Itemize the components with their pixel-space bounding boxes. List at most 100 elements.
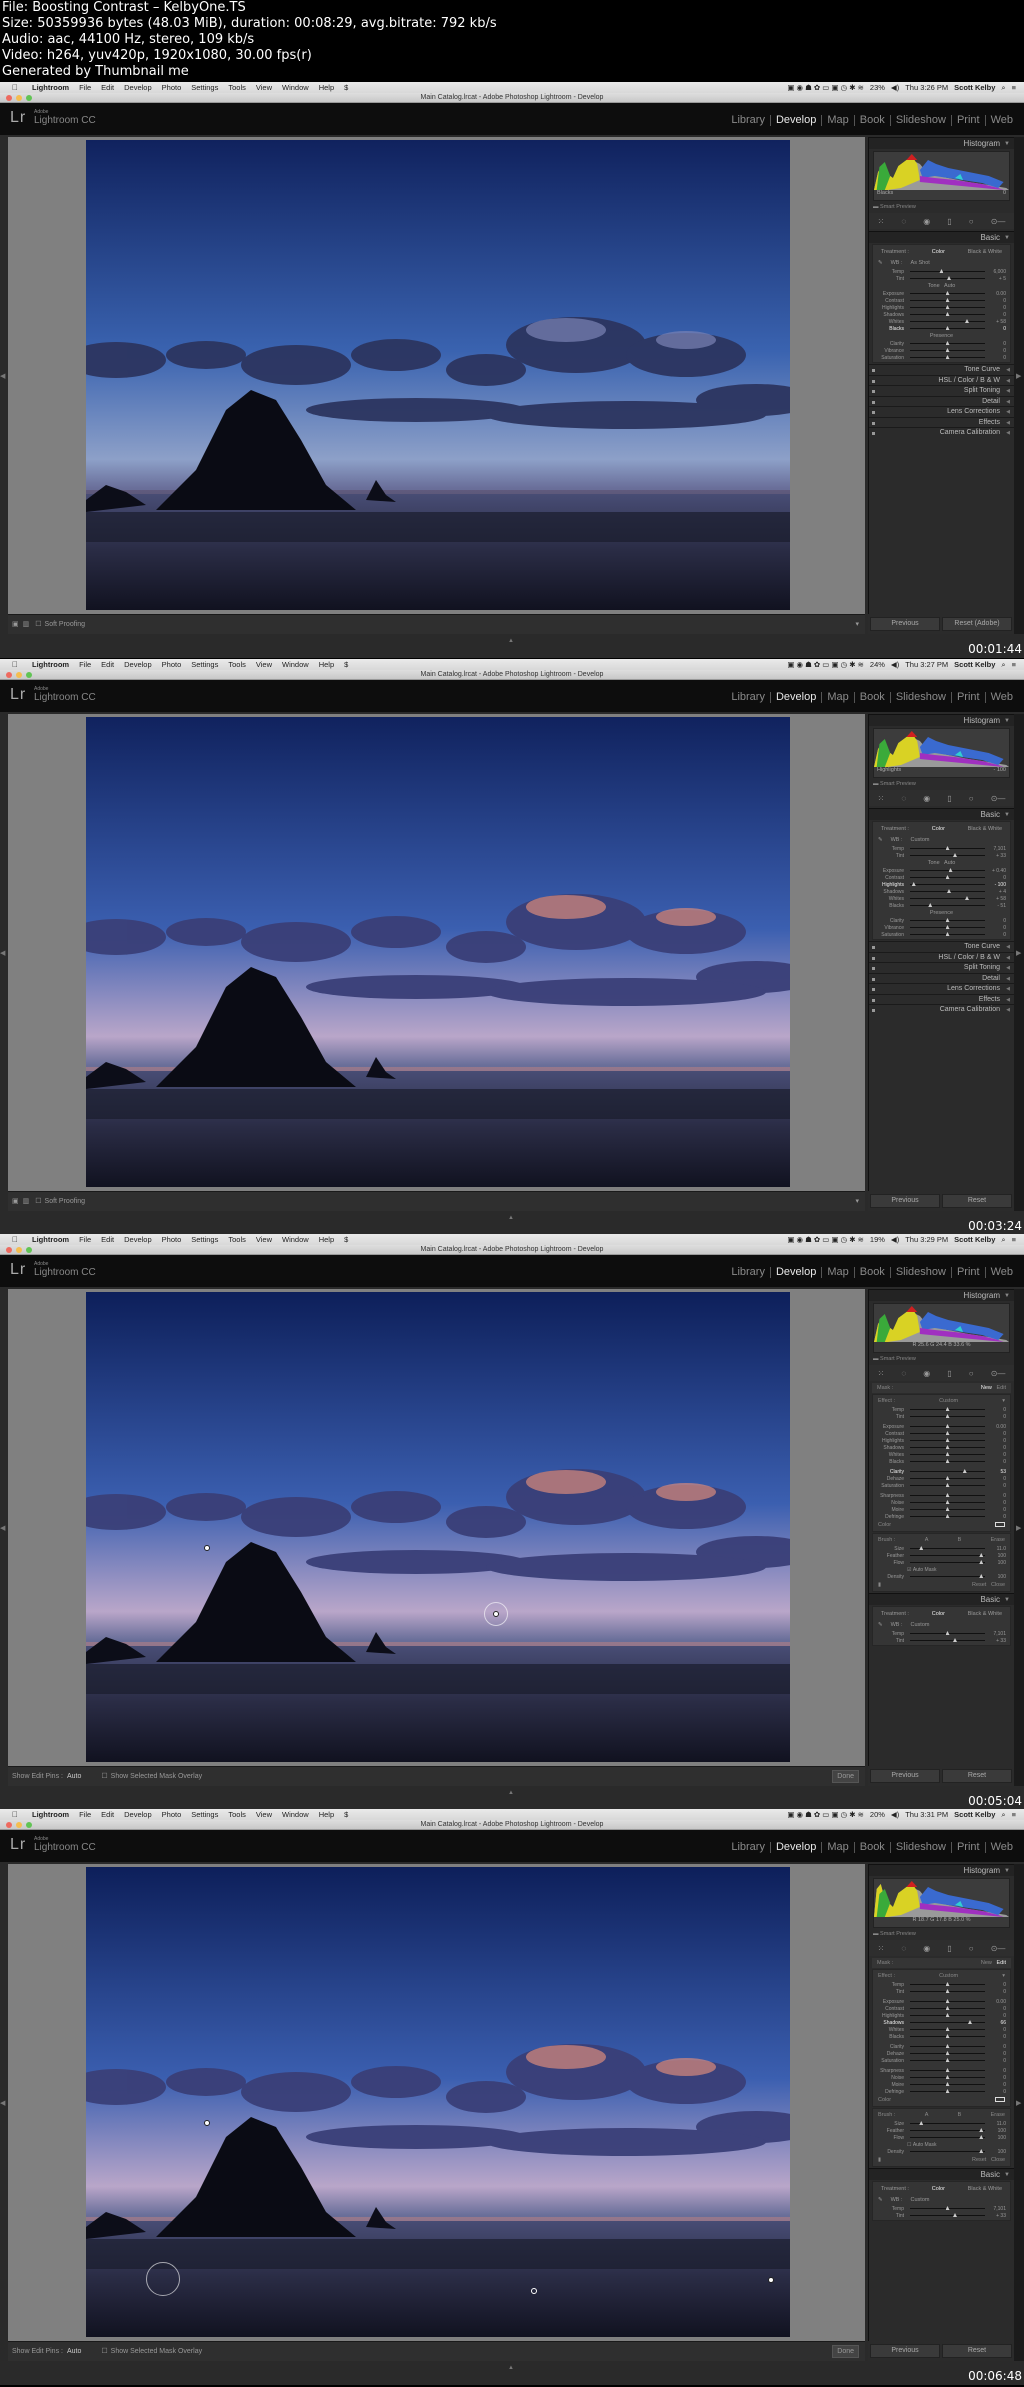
slider-value[interactable]: 0	[988, 326, 1006, 332]
slider-knob[interactable]	[939, 269, 944, 273]
slider-track[interactable]	[910, 1476, 985, 1480]
battery-percent[interactable]: 19%	[870, 1234, 885, 1245]
slider-knob[interactable]	[953, 1638, 957, 1642]
treatment-color[interactable]: Color	[932, 2186, 945, 2192]
slider-track[interactable]	[910, 2075, 985, 2079]
slider-value[interactable]: 0	[988, 2082, 1006, 2088]
radial-filter-icon[interactable]: ○	[969, 217, 974, 226]
slider-shadows[interactable]: Shadows + 4	[873, 888, 1010, 895]
module-map[interactable]: Map	[822, 1267, 855, 1278]
slider-knob[interactable]	[945, 1459, 950, 1463]
slider-value[interactable]: 0	[988, 2013, 1006, 2019]
crop-tool-icon[interactable]: ⁙	[878, 1369, 885, 1378]
menu-item[interactable]: Window	[282, 1234, 309, 1245]
slider-track[interactable]	[910, 348, 985, 352]
slider-track[interactable]	[910, 326, 985, 330]
slider-track[interactable]	[910, 2149, 985, 2153]
slider-track[interactable]	[910, 298, 985, 302]
slider-clarity[interactable]: Clarity 0	[873, 917, 1010, 924]
slider-value[interactable]: 0	[988, 2044, 1006, 2050]
slider-value[interactable]: 0	[988, 312, 1006, 318]
slider-temp[interactable]: Temp 7,101	[873, 1630, 1010, 1637]
effect-collapse-icon[interactable]: ▾	[1002, 1973, 1005, 1979]
slider-track[interactable]	[910, 2128, 985, 2132]
spotlight-icon[interactable]: ⌕	[1001, 82, 1005, 93]
slider-value[interactable]: 0	[988, 1493, 1006, 1499]
wb-select[interactable]: Custom	[911, 1622, 930, 1628]
slider-knob[interactable]	[945, 846, 950, 850]
slider-knob[interactable]	[945, 925, 950, 929]
mask-new-button[interactable]: New	[981, 1385, 992, 1391]
collapse-icon[interactable]: ▼	[1004, 1865, 1010, 1877]
crop-tool-icon[interactable]: ⁙	[878, 1944, 885, 1953]
slider-track[interactable]	[910, 355, 985, 359]
edit-pins-select[interactable]: Auto	[67, 2342, 81, 2362]
basic-header[interactable]: Basic ▼	[869, 231, 1014, 243]
slider-track[interactable]	[910, 2068, 985, 2072]
panel-lens[interactable]: Lens Corrections ◀	[869, 983, 1014, 994]
slider-saturation[interactable]: Saturation 0	[873, 931, 1010, 938]
slider-knob[interactable]	[945, 341, 950, 345]
slider-track[interactable]	[910, 1500, 985, 1504]
apple-icon[interactable]: 	[8, 1809, 22, 1820]
histogram-header[interactable]: Histogram ▼	[869, 1289, 1014, 1301]
slider-vibrance[interactable]: Vibrance 0	[873, 924, 1010, 931]
slider-track[interactable]	[910, 305, 985, 309]
slider-knob[interactable]	[945, 2058, 950, 2062]
slider-defringe[interactable]: Defringe 0	[873, 2088, 1010, 2095]
auto-tone-button[interactable]: Auto	[944, 283, 955, 289]
brush-a-button[interactable]: A	[925, 1537, 929, 1543]
slider-value[interactable]: 0	[988, 2089, 1006, 2095]
slider-knob[interactable]	[947, 276, 951, 280]
slider-value[interactable]: 0.00	[988, 1999, 1006, 2005]
slider-track[interactable]	[910, 319, 985, 323]
slider-value[interactable]: 0	[988, 1438, 1006, 1444]
collapse-icon[interactable]: ▼	[1004, 2169, 1010, 2181]
module-book[interactable]: Book	[855, 1842, 891, 1853]
menu-item[interactable]: Tools	[228, 659, 246, 670]
filmstrip-toggle-icon[interactable]: ▲	[508, 1790, 514, 1796]
slider-value[interactable]: 0	[988, 305, 1006, 311]
user-name[interactable]: Scott Kelby	[954, 659, 995, 670]
slider-track[interactable]	[910, 2006, 985, 2010]
module-web[interactable]: Web	[986, 1842, 1018, 1853]
slider-track[interactable]	[910, 2121, 985, 2125]
slider-track[interactable]	[910, 312, 985, 316]
panel-toggle[interactable]	[872, 998, 875, 1002]
menu-item[interactable]: Edit	[101, 1809, 114, 1820]
slider-track[interactable]	[910, 1469, 985, 1473]
module-print[interactable]: Print	[952, 692, 986, 703]
slider-track[interactable]	[910, 846, 985, 850]
minimize-button[interactable]	[16, 1822, 22, 1828]
slider-blacks[interactable]: Blacks 0	[873, 1458, 1010, 1465]
graduated-filter-icon[interactable]: ▯	[947, 1369, 951, 1378]
auto-mask-checkbox[interactable]: ☑	[907, 1567, 911, 1573]
menu-item[interactable]: Help	[319, 82, 334, 93]
slider-whites[interactable]: Whites 0	[873, 1451, 1010, 1458]
user-name[interactable]: Scott Kelby	[954, 82, 995, 93]
script-icon[interactable]: $	[344, 659, 348, 670]
slider-knob[interactable]	[945, 932, 950, 936]
menu-item[interactable]: View	[256, 82, 272, 93]
crop-tool-icon[interactable]: ⁙	[878, 217, 885, 226]
slider-highlights[interactable]: Highlights 0	[873, 304, 1010, 311]
slider-value[interactable]: 0	[988, 1407, 1006, 1413]
slider-knob[interactable]	[945, 1507, 950, 1511]
slider-value[interactable]: + 33	[988, 853, 1006, 859]
slider-whites[interactable]: Whites + 58	[873, 318, 1010, 325]
menu-item[interactable]: Lightroom	[32, 1234, 69, 1245]
slider-knob[interactable]	[945, 1414, 950, 1418]
slider-knob[interactable]	[945, 1989, 950, 1993]
smart-preview[interactable]: ▬ Smart Preview	[869, 1930, 1014, 1938]
slider-track[interactable]	[910, 889, 985, 893]
soft-proof-checkbox[interactable]: ☐	[35, 615, 41, 635]
collapse-icon[interactable]: ▼	[1004, 138, 1010, 150]
photo[interactable]	[86, 717, 790, 1187]
user-name[interactable]: Scott Kelby	[954, 1234, 995, 1245]
slider-tint[interactable]: Tint + 33	[873, 2212, 1010, 2219]
slider-temp[interactable]: Temp 7,101	[873, 2205, 1010, 2212]
edit-pin[interactable]	[531, 2288, 537, 2294]
red-eye-icon[interactable]: ◉	[923, 794, 930, 803]
collapse-icon[interactable]: ▼	[1004, 1290, 1010, 1302]
slider-value[interactable]: 0	[988, 2034, 1006, 2040]
